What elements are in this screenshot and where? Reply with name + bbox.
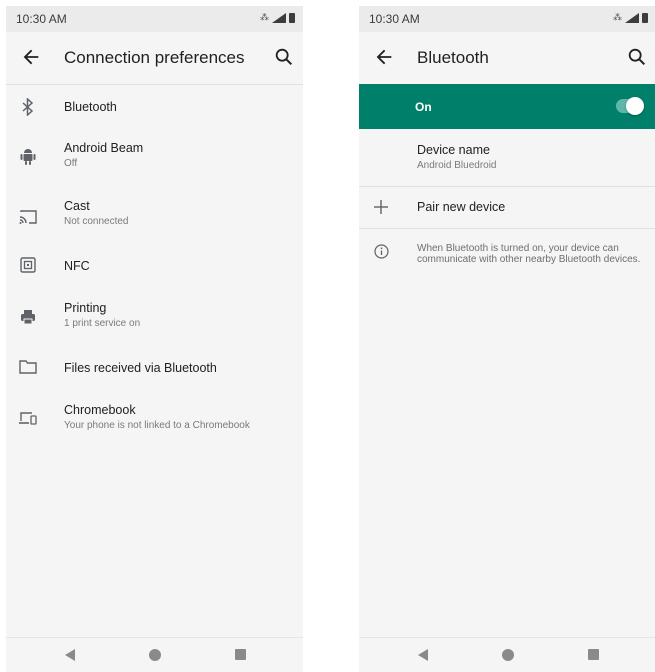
status-time: 10:30 AM — [16, 12, 67, 26]
list-item-title: Bluetooth — [64, 100, 117, 114]
bluetooth-info-row: When Bluetooth is turned on, your device… — [359, 229, 655, 289]
list-item-subtitle: Your phone is not linked to a Chromebook — [64, 420, 250, 431]
back-arrow-icon[interactable] — [373, 46, 395, 68]
list-item-subtitle: 1 print service on — [64, 318, 141, 329]
battery-icon — [642, 13, 648, 23]
list-item-android-beam[interactable]: Android Beam Off — [6, 129, 303, 187]
nav-recents-icon[interactable] — [235, 649, 246, 660]
list-item-cast[interactable]: Cast Not connected — [6, 187, 303, 245]
cast-icon — [18, 207, 38, 227]
back-arrow-icon[interactable] — [20, 46, 42, 68]
android-icon — [18, 147, 38, 167]
list-item-files-received[interactable]: Files received via Bluetooth — [6, 347, 303, 391]
signal-icon — [625, 13, 639, 23]
status-bar: 10:30 AM ⁂ — [6, 6, 303, 32]
folder-icon — [18, 357, 38, 377]
toggle-label: On — [415, 100, 432, 114]
nfc-icon — [18, 255, 38, 275]
search-icon[interactable] — [626, 46, 648, 68]
list-item-printing[interactable]: Printing 1 print service on — [6, 289, 303, 347]
pair-new-device-row[interactable]: Pair new device — [359, 187, 655, 228]
nav-recents-icon[interactable] — [588, 649, 599, 660]
list-item-chromebook[interactable]: Chromebook Your phone is not linked to a… — [6, 391, 303, 449]
list-item-bluetooth[interactable]: Bluetooth — [6, 85, 303, 129]
toggle-knob — [626, 97, 644, 115]
app-bar: Bluetooth — [359, 32, 655, 84]
bluetooth-screen: 10:30 AM ⁂ Bluetooth On Device name Andr… — [359, 6, 655, 672]
bluetooth-toggle-switch[interactable] — [616, 97, 644, 115]
signal-icon — [272, 13, 286, 23]
list-item-nfc[interactable]: NFC — [6, 245, 303, 289]
device-name-row[interactable]: Device name Android Bluedroid — [359, 129, 655, 186]
connection-preferences-screen: 10:30 AM ⁂ Connection preferences Blueto… — [6, 6, 303, 672]
status-time: 10:30 AM — [369, 12, 420, 26]
bluetooth-toggle-bar[interactable]: On — [359, 84, 655, 129]
nav-back-icon[interactable] — [64, 649, 76, 661]
page-title: Bluetooth — [417, 48, 489, 67]
list-item-title: Printing — [64, 301, 107, 315]
info-icon — [371, 241, 391, 261]
pair-new-device-label: Pair new device — [417, 200, 506, 214]
bluetooth-icon — [18, 97, 38, 117]
bluetooth-info-text: When Bluetooth is turned on, your device… — [417, 243, 641, 265]
devices-icon — [18, 408, 38, 428]
status-icons: ⁂ — [613, 12, 648, 23]
hotspot-icon: ⁂ — [613, 12, 622, 22]
preferences-list: Bluetooth Android Beam Off Cast Not conn… — [6, 85, 303, 449]
list-item-title: Android Beam — [64, 141, 144, 155]
battery-icon — [289, 13, 295, 23]
nav-back-icon[interactable] — [417, 649, 429, 661]
navigation-bar — [359, 637, 655, 672]
list-item-title: Files received via Bluetooth — [64, 361, 217, 375]
device-name-value: Android Bluedroid — [417, 160, 497, 171]
status-bar: 10:30 AM ⁂ — [359, 6, 655, 32]
nav-home-icon[interactable] — [502, 649, 514, 661]
list-item-subtitle: Not connected — [64, 216, 129, 227]
hotspot-icon: ⁂ — [260, 12, 269, 22]
plus-icon — [371, 197, 391, 217]
page-title: Connection preferences — [64, 48, 245, 67]
app-bar: Connection preferences — [6, 32, 303, 85]
list-item-subtitle: Off — [64, 158, 78, 169]
list-item-title: Chromebook — [64, 403, 136, 417]
search-icon[interactable] — [273, 46, 295, 68]
nav-home-icon[interactable] — [149, 649, 161, 661]
list-item-title: NFC — [64, 259, 90, 273]
navigation-bar — [6, 637, 303, 672]
printer-icon — [18, 307, 38, 327]
device-name-title: Device name — [417, 143, 490, 157]
status-icons: ⁂ — [260, 12, 295, 23]
list-item-title: Cast — [64, 199, 90, 213]
